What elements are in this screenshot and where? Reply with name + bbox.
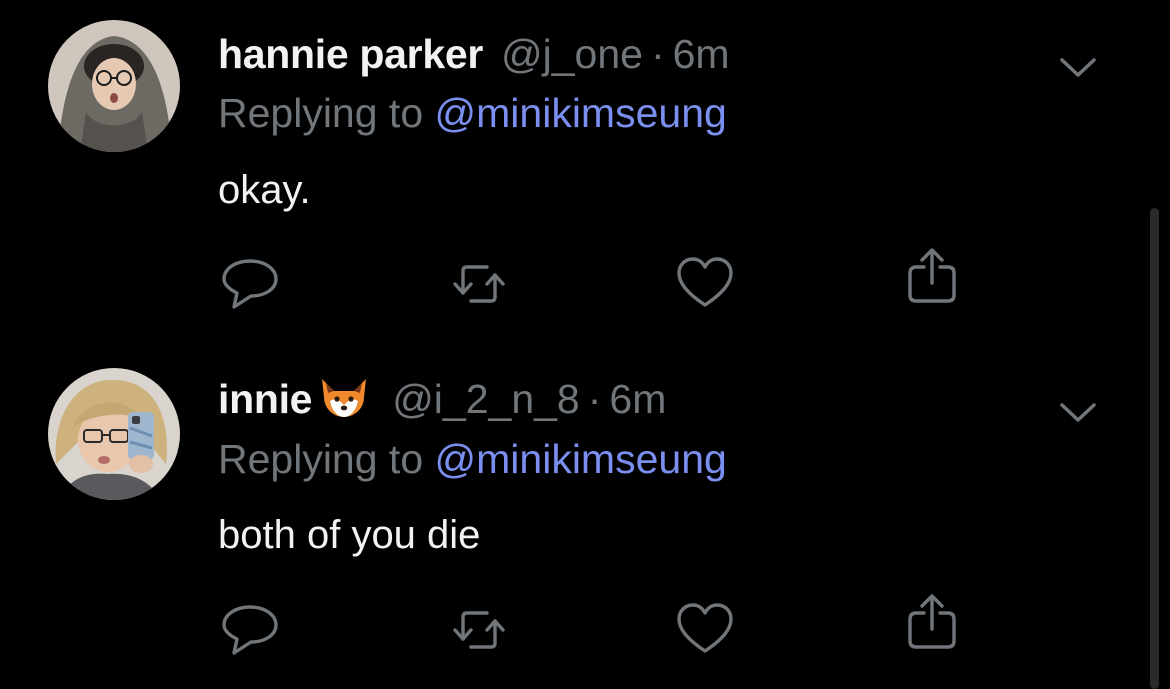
avatar[interactable] bbox=[48, 368, 180, 500]
retweet-icon[interactable] bbox=[449, 253, 509, 313]
like-icon[interactable] bbox=[675, 253, 735, 313]
display-name[interactable]: hannie parker bbox=[218, 31, 483, 77]
user-handle[interactable]: @j_one bbox=[501, 31, 643, 77]
avatar[interactable] bbox=[48, 20, 180, 152]
mention-link[interactable]: @minikimseung bbox=[435, 436, 727, 482]
separator-dot: · bbox=[587, 376, 602, 422]
share-icon[interactable] bbox=[902, 245, 962, 305]
tweet-text: both of you die bbox=[218, 513, 481, 557]
chevron-down-icon[interactable] bbox=[1058, 400, 1098, 426]
display-name[interactable]: innie bbox=[218, 376, 312, 422]
share-icon[interactable] bbox=[902, 591, 962, 651]
chevron-down-icon[interactable] bbox=[1058, 55, 1098, 81]
reply-icon[interactable] bbox=[220, 253, 280, 313]
scrollbar[interactable] bbox=[1150, 208, 1159, 689]
replying-prefix: Replying to bbox=[218, 90, 424, 136]
separator-dot: · bbox=[650, 31, 665, 77]
fox-emoji-icon bbox=[314, 375, 374, 429]
mention-link[interactable]: @minikimseung bbox=[435, 90, 727, 136]
tweet[interactable]: hannie parker @j_one · 6m Replying to @mini… bbox=[0, 0, 1170, 345]
tweet-header: hannie parker @j_one · 6m bbox=[218, 30, 730, 78]
reply-icon[interactable] bbox=[220, 599, 280, 659]
tweet-text: okay. bbox=[218, 168, 311, 212]
tweet[interactable]: innie @i_2_n_8 · 6m Replying to @minikimse… bbox=[0, 345, 1170, 689]
replying-to: Replying to @minikimseung bbox=[218, 435, 727, 483]
user-handle[interactable]: @i_2_n_8 bbox=[392, 376, 580, 422]
timestamp[interactable]: 6m bbox=[609, 376, 666, 422]
tweet-header: innie @i_2_n_8 · 6m bbox=[218, 375, 666, 429]
retweet-icon[interactable] bbox=[449, 599, 509, 659]
replying-to: Replying to @minikimseung bbox=[218, 89, 727, 137]
like-icon[interactable] bbox=[675, 599, 735, 659]
replying-prefix: Replying to bbox=[218, 436, 424, 482]
timestamp[interactable]: 6m bbox=[673, 31, 730, 77]
